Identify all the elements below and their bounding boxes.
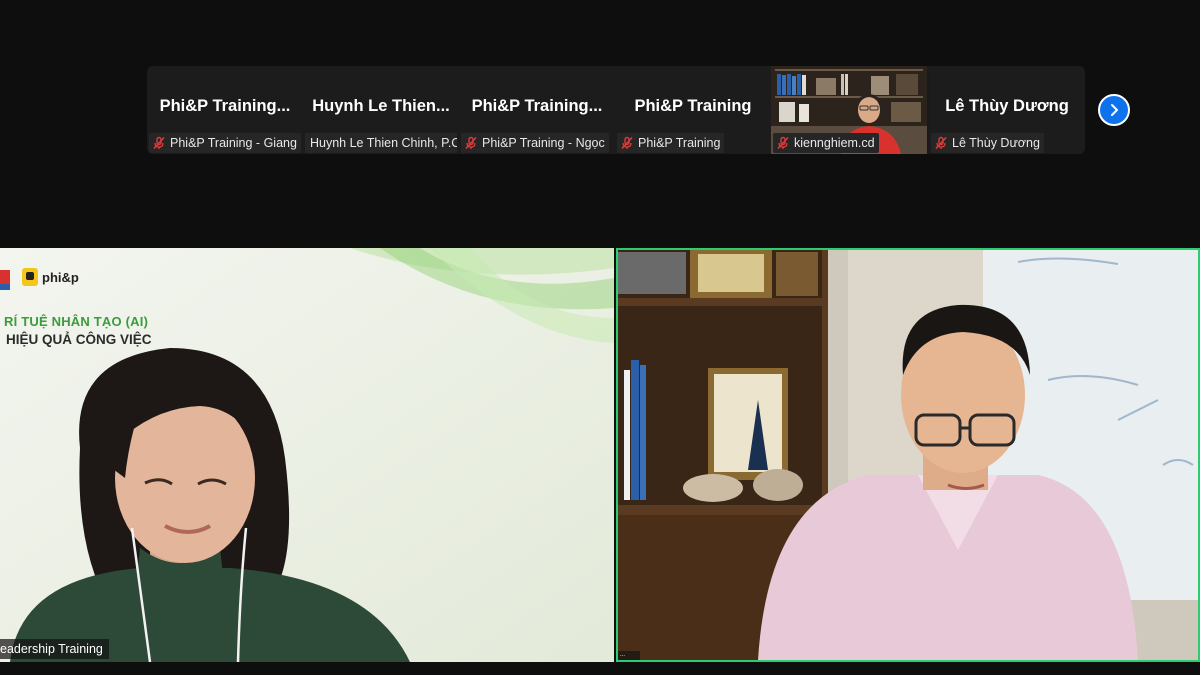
mic-muted-icon <box>465 136 477 150</box>
video-feed-right <box>618 250 1198 660</box>
participant-name-tag: kiennghiem.cd <box>773 133 879 153</box>
participant-tag-text: kiennghiem.cd <box>794 136 875 150</box>
participant-display-name: Phi&P Training <box>634 97 752 115</box>
participant-tile[interactable]: Huynh Le Thien... Huynh Le Thien Chinh, … <box>303 66 459 154</box>
mic-muted-icon <box>621 136 633 150</box>
participant-tag-text: Lê Thùy Dương <box>952 136 1040 150</box>
zoom-meeting-window: Phi&P Training... Phi&P Training - Giang… <box>0 0 1200 675</box>
participant-name-label: eadership Training <box>0 639 109 659</box>
participant-tag-text: Phi&P Training - Ngọc <box>482 136 605 150</box>
next-page-button[interactable] <box>1098 94 1130 126</box>
participant-tile[interactable]: Phi&P Training... Phi&P Training - Giang <box>147 66 303 154</box>
brand-logo-text: phi&p <box>42 270 79 285</box>
mic-muted-icon <box>935 136 947 150</box>
participant-name-tag: Lê Thùy Dương <box>931 133 1044 153</box>
participant-display-name: Lê Thùy Dương <box>945 97 1069 115</box>
participant-tile[interactable]: Phi&P Training Phi&P Training <box>615 66 771 154</box>
slide-title-line-2: HIỆU QUẢ CÔNG VIỆC <box>6 332 152 347</box>
mic-muted-icon <box>153 136 165 150</box>
chevron-right-icon <box>1111 104 1118 116</box>
participant-name-tag: Huynh Le Thien Chinh, P.C... <box>305 133 457 153</box>
participant-display-name: Huynh Le Thien... <box>312 97 450 115</box>
participant-name-tag: Phi&P Training <box>617 133 725 153</box>
participant-tile[interactable]: Phi&P Training... Phi&P Training - Ngọc <box>459 66 615 154</box>
video-feed-left <box>0 248 614 662</box>
participant-name-label: ... <box>618 651 640 660</box>
mic-muted-icon <box>777 136 789 150</box>
participant-name-tag: Phi&P Training - Ngọc <box>461 133 609 153</box>
participant-display-name: Phi&P Training... <box>471 97 603 115</box>
participant-tag-text: Phi&P Training - Giang <box>170 136 297 150</box>
participant-display-name: Phi&P Training... <box>159 97 291 115</box>
participant-tag-text: Phi&P Training <box>638 136 721 150</box>
participant-tag-text: Huynh Le Thien Chinh, P.C... <box>310 136 457 150</box>
slide-title-line-1: RÍ TUỆ NHÂN TẠO (AI) <box>4 314 149 329</box>
main-video-left[interactable]: phi&p RÍ TUỆ NHÂN TẠO (AI) HIỆU QUẢ CÔNG… <box>0 248 614 662</box>
participant-tile[interactable]: Lê Thùy Dương Lê Thùy Dương <box>929 66 1085 154</box>
participant-strip: Phi&P Training... Phi&P Training - Giang… <box>147 66 1085 154</box>
participant-video-tile[interactable]: kiennghiem.cd <box>771 66 927 154</box>
participant-name-tag: Phi&P Training - Giang <box>149 133 301 153</box>
main-video-right-active-speaker[interactable]: ... <box>616 248 1200 662</box>
